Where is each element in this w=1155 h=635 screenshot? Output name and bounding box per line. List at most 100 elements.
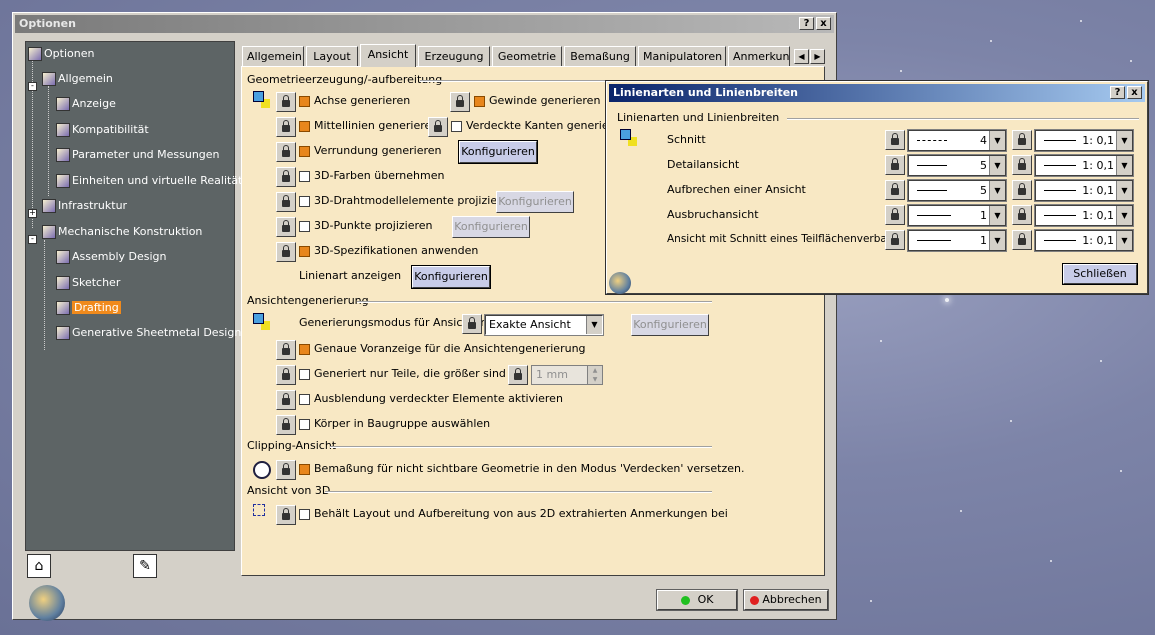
tab-scroll-left-icon[interactable]: ◀ [794, 49, 809, 64]
window-titlebar[interactable]: Optionen ? x [15, 15, 834, 33]
lock-icon[interactable] [276, 167, 296, 187]
behaelt-checkbox[interactable] [299, 509, 310, 520]
configure-generation-button[interactable]: Konfigurieren [631, 314, 709, 336]
lock-icon[interactable] [276, 192, 296, 212]
tab-geometrie[interactable]: Geometrie [492, 46, 562, 66]
lock-icon[interactable] [276, 365, 296, 385]
lock-icon[interactable] [276, 142, 296, 162]
dialog-help-button[interactable]: ? [1110, 86, 1125, 99]
lock-icon[interactable] [885, 230, 905, 250]
farben-checkbox[interactable] [299, 171, 310, 182]
generiert-checkbox[interactable] [299, 369, 310, 380]
lock-icon[interactable] [1012, 130, 1032, 150]
lock-icon[interactable] [276, 217, 296, 237]
lock-icon[interactable] [276, 505, 296, 525]
lock-icon[interactable] [276, 415, 296, 435]
lock-icon[interactable] [1012, 180, 1032, 200]
lock-icon[interactable] [885, 155, 905, 175]
tab-bemassung[interactable]: Bemaßung [564, 46, 636, 66]
schliessen-button[interactable]: Schließen [1062, 263, 1138, 285]
tab-anmerkung[interactable]: Anmerkung [728, 46, 790, 66]
tab-scroll-right-icon[interactable]: ▶ [810, 49, 825, 64]
ausblendung-checkbox[interactable] [299, 394, 310, 405]
verdeckte-kanten-checkbox[interactable] [451, 121, 462, 132]
koerper-checkbox[interactable] [299, 419, 310, 430]
tree-item-parameter[interactable]: Parameter und Messungen [56, 147, 220, 163]
reset-tools-icon[interactable]: ⌂ [27, 554, 51, 578]
mittellinien-checkbox[interactable] [299, 121, 310, 132]
spin-updown-icon[interactable]: ▲ ▼ [587, 366, 602, 384]
linetype-select-teilflaechen[interactable]: 1 ▼ [907, 229, 1007, 252]
tree-item-sketcher[interactable]: Sketcher [56, 275, 120, 291]
linewidth-select-aufbrechen[interactable]: 1: 0,1 ▼ [1034, 179, 1134, 202]
lock-icon[interactable] [276, 242, 296, 262]
tree-item-drafting[interactable]: Drafting [56, 300, 121, 316]
achse-checkbox[interactable] [299, 96, 310, 107]
linetype-select-schnitt[interactable]: 4 ▼ [907, 129, 1007, 152]
voranzeige-checkbox[interactable] [299, 344, 310, 355]
size-threshold-input[interactable]: 1 mm ▲ ▼ [531, 365, 603, 385]
tree-item-infrastruktur[interactable]: Infrastruktur [42, 198, 127, 214]
configure-fillet-button[interactable]: Konfigurieren [458, 140, 538, 164]
linewidth-select-detail[interactable]: 1: 0,1 ▼ [1034, 154, 1134, 177]
tree-item-anzeige[interactable]: Anzeige [56, 96, 116, 112]
linewidth-select-teilflaechen[interactable]: 1: 0,1 ▼ [1034, 229, 1134, 252]
tab-erzeugung[interactable]: Erzeugung [418, 46, 490, 66]
tab-ansicht[interactable]: Ansicht [360, 44, 416, 67]
lock-icon[interactable] [276, 340, 296, 360]
configure-linetype-button[interactable]: Konfigurieren [411, 265, 491, 289]
configure-points-button[interactable]: Konfigurieren [452, 216, 530, 238]
lock-icon[interactable] [508, 365, 528, 385]
lock-icon[interactable] [276, 92, 296, 112]
lock-icon[interactable] [276, 390, 296, 410]
lock-icon[interactable] [885, 205, 905, 225]
tree-item-sheetmetal[interactable]: Generative Sheetmetal Design [56, 325, 241, 341]
generation-mode-select[interactable]: Exakte Ansicht ▼ [484, 314, 604, 336]
tab-manipulatoren[interactable]: Manipulatoren [638, 46, 726, 66]
draht-checkbox[interactable] [299, 196, 310, 207]
parameters-tools-icon[interactable]: ✎ [133, 554, 157, 578]
star [960, 510, 962, 512]
linetype-select-aufbrechen[interactable]: 5 ▼ [907, 179, 1007, 202]
help-button[interactable]: ? [799, 17, 814, 30]
dialog-close-button[interactable]: x [1127, 86, 1142, 99]
linewidth-select-ausbruch[interactable]: 1: 0,1 ▼ [1034, 204, 1134, 227]
tree-item-einheiten[interactable]: Einheiten und virtuelle Realität [56, 173, 242, 189]
tab-allgemein[interactable]: Allgemein [242, 46, 304, 66]
planet-logo [609, 272, 631, 294]
verrundung-checkbox[interactable] [299, 146, 310, 157]
lock-icon[interactable] [1012, 155, 1032, 175]
linetype-select-ausbruch[interactable]: 1 ▼ [907, 204, 1007, 227]
bemassung-checkbox[interactable] [299, 464, 310, 475]
gewinde-checkbox[interactable] [474, 96, 485, 107]
linetype-select-detail[interactable]: 5 ▼ [907, 154, 1007, 177]
tab-layout[interactable]: Layout [306, 46, 358, 66]
lock-icon[interactable] [450, 92, 470, 112]
close-button[interactable]: x [816, 17, 831, 30]
ok-button[interactable]: OK [656, 589, 738, 611]
punkte-checkbox[interactable] [299, 221, 310, 232]
lock-icon[interactable] [885, 130, 905, 150]
tree-item-mechanische[interactable]: Mechanische Konstruktion [42, 224, 202, 240]
linewidth-select-schnitt[interactable]: 1: 0,1 ▼ [1034, 129, 1134, 152]
planet-logo [29, 585, 65, 621]
collapse-icon[interactable]: - [28, 82, 37, 91]
tree-item-allgemein[interactable]: Allgemein [42, 71, 113, 87]
collapse-icon[interactable]: - [28, 235, 37, 244]
lock-icon[interactable] [885, 180, 905, 200]
configure-wireframe-button[interactable]: Konfigurieren [496, 191, 574, 213]
expand-icon[interactable]: + [28, 209, 37, 218]
lock-icon[interactable] [1012, 230, 1032, 250]
dialog-titlebar[interactable]: Linienarten und Linienbreiten ? x [609, 84, 1145, 102]
lock-icon[interactable] [462, 314, 482, 334]
lock-icon[interactable] [276, 460, 296, 480]
lock-icon[interactable] [276, 117, 296, 137]
tree-item-kompatibilitaet[interactable]: Kompatibilität [56, 122, 149, 138]
lock-icon[interactable] [428, 117, 448, 137]
lock-icon[interactable] [1012, 205, 1032, 225]
spez-checkbox[interactable] [299, 246, 310, 257]
cancel-button[interactable]: Abbrechen [743, 589, 829, 611]
options-root-icon [28, 47, 42, 61]
tree-item-assembly[interactable]: Assembly Design [56, 249, 167, 265]
tree-item-optionen[interactable]: Optionen [28, 46, 94, 62]
